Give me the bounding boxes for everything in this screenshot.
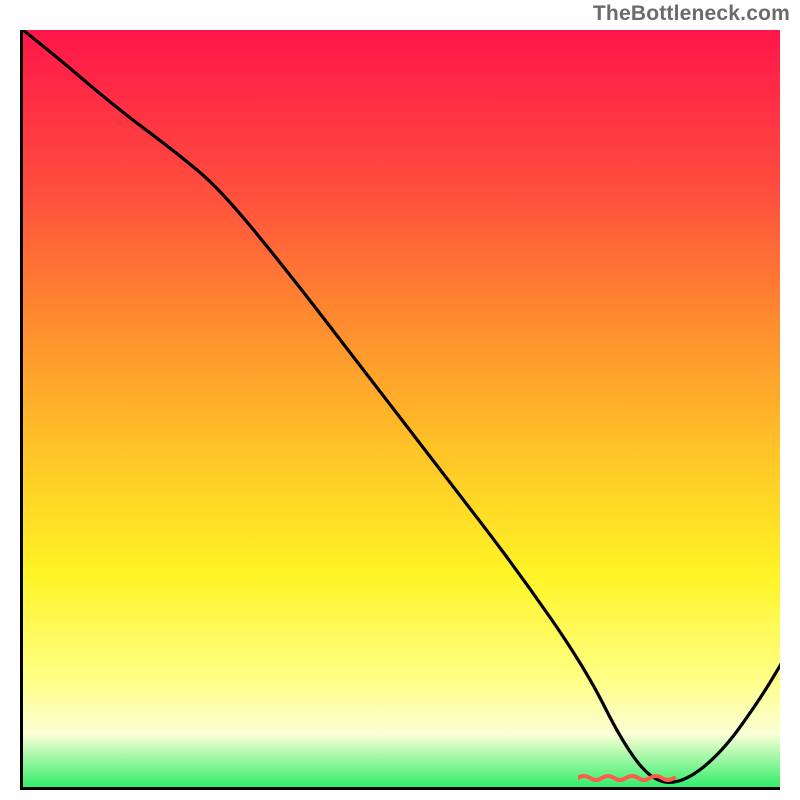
chart-container: TheBottleneck.com [0,0,800,800]
attribution-text: TheBottleneck.com [593,2,790,26]
valley-marker-path [578,776,674,780]
curve-layer [23,30,780,790]
valley-marker [578,774,678,782]
main-curve [23,30,780,782]
plot-area [20,30,780,790]
